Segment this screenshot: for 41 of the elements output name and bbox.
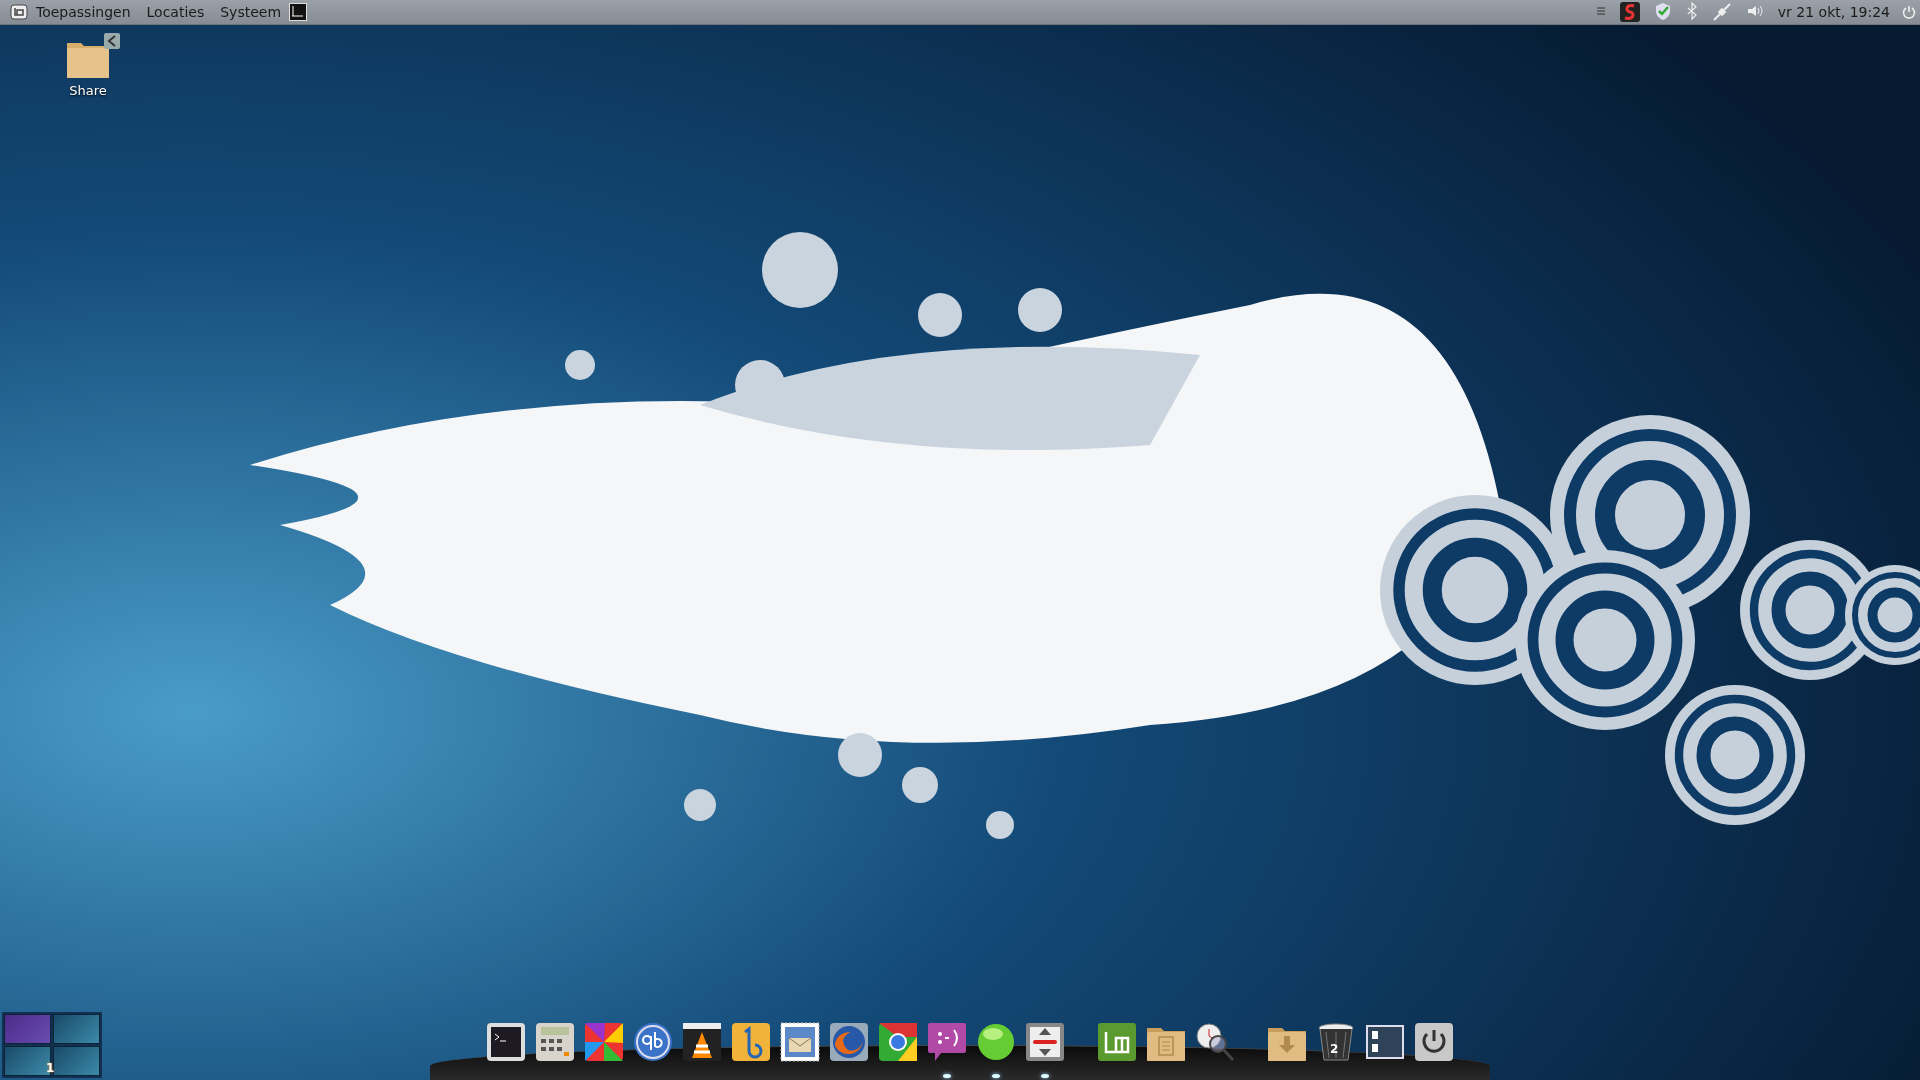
- paint-drop: [902, 767, 938, 803]
- show-desktop-icon[interactable]: [1365, 1022, 1405, 1062]
- paint-drop: [918, 293, 962, 337]
- item-count: 2: [1330, 1042, 1339, 1056]
- menu-button[interactable]: Toepassingen: [28, 0, 139, 24]
- folder-label: Share: [69, 83, 107, 98]
- mail-icon[interactable]: [780, 1022, 820, 1062]
- terminal-icon[interactable]: [289, 3, 308, 21]
- ball-icon[interactable]: [976, 1022, 1016, 1062]
- workspace-thumbnail[interactable]: [4, 1014, 51, 1044]
- traffic-cone-icon[interactable]: [682, 1022, 722, 1062]
- vertical-arrows-icon[interactable]: [1025, 1022, 1065, 1062]
- clock-magnifier-icon[interactable]: [1195, 1022, 1235, 1062]
- paint-drop: [565, 350, 595, 380]
- network-icon[interactable]: [1711, 2, 1732, 22]
- trash-icon[interactable]: [1316, 1022, 1356, 1062]
- shield-check-icon[interactable]: [1653, 2, 1672, 22]
- mint-logo-icon[interactable]: [10, 3, 28, 21]
- mint-logo-icon[interactable]: [1097, 1022, 1137, 1062]
- globe-icon[interactable]: [829, 1022, 869, 1062]
- paint-drop: [986, 811, 1014, 839]
- paint-drop: [684, 789, 716, 821]
- app-icon[interactable]: [1619, 2, 1640, 22]
- window-count: 1: [46, 1061, 55, 1075]
- bluetooth-icon[interactable]: [1685, 2, 1698, 22]
- browser-icon[interactable]: [878, 1022, 918, 1062]
- qb-icon[interactable]: [633, 1022, 673, 1062]
- paint-drop: [838, 733, 882, 777]
- menu-button[interactable]: Systeem: [212, 0, 290, 24]
- color-wheel-icon[interactable]: [584, 1022, 624, 1062]
- terminal-icon[interactable]: [486, 1022, 526, 1062]
- bluefish-icon[interactable]: [731, 1022, 771, 1062]
- paint-drop: [1018, 288, 1062, 332]
- menu-button[interactable]: Locaties: [138, 0, 213, 24]
- share-icon: [104, 33, 120, 49]
- clock[interactable]: vr 21 okt, 19:24: [1777, 4, 1890, 20]
- calculator-icon[interactable]: [535, 1022, 575, 1062]
- chat-icon[interactable]: [927, 1022, 967, 1062]
- workspace-thumbnail[interactable]: [53, 1046, 100, 1076]
- power-icon[interactable]: [1414, 1022, 1454, 1062]
- workspace-thumbnail[interactable]: [53, 1014, 100, 1044]
